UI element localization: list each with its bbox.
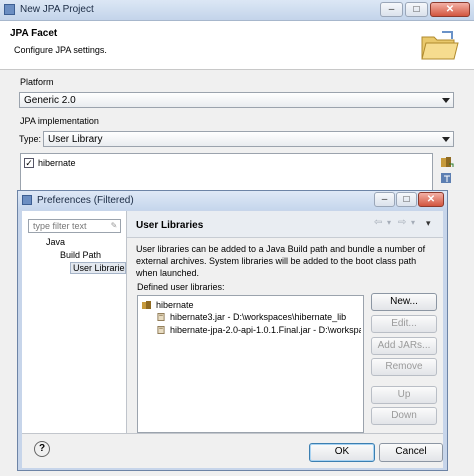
platform-combo[interactable]: Generic 2.0 [19,92,454,108]
wizard-header-title: JPA Facet [10,28,58,39]
tree-item-user-libraries[interactable]: User Libraries [70,262,126,274]
back-menu-icon[interactable]: ▾ [387,218,391,227]
wizard-header: JPA Facet Configure JPA settings. [0,21,474,70]
jar-icon [157,326,165,335]
help-icon: ? [38,443,46,454]
outer-window-title: New JPA Project [20,4,94,15]
forward-menu-icon[interactable]: ▾ [411,218,415,227]
prefs-close-button[interactable]: ✕ [418,192,444,207]
type-label: Type: [19,134,42,144]
remove-button[interactable]: Remove [371,358,437,376]
view-menu-icon[interactable]: ▾ [426,218,431,229]
defined-libraries-label: Defined user libraries: [137,282,225,292]
add-jars-button[interactable]: Add JARs... [371,337,437,355]
jar-node-label: hibernate3.jar - D:\workspaces\hibernate… [170,312,347,322]
jar-icon [157,313,165,322]
forward-icon[interactable]: ⇨ [398,217,406,228]
prefs-client: type filter text ✎ Java Build Path User … [22,211,443,468]
user-library-tree[interactable]: hibernate hibernate3.jar - D:\workspaces… [137,295,364,433]
jar-node[interactable]: hibernate3.jar - D:\workspaces\hibernate… [156,312,346,323]
chevron-down-icon [442,137,450,142]
page-description: User libraries can be added to a Java Bu… [136,244,426,278]
edit-button[interactable]: Edit... [371,315,437,333]
download-library-icon[interactable] [440,172,454,184]
back-icon[interactable]: ⇦ [374,217,382,228]
prefs-title-bar[interactable]: Preferences (Filtered) – □ ✕ [18,191,447,210]
chevron-down-icon [442,98,450,103]
platform-label: Platform [20,77,54,87]
help-button[interactable]: ? [34,441,50,457]
new-button[interactable]: New... [371,293,437,311]
tree-item-java[interactable]: Java [46,237,65,247]
manage-libraries-icon[interactable] [440,156,454,168]
dialog-separator [22,433,443,434]
page-title: User Libraries [136,220,204,231]
jar-node-label: hibernate-jpa-2.0-api-1.0.1.Final.jar - … [170,325,361,335]
prefs-title: Preferences (Filtered) [37,195,134,206]
preferences-dialog: Preferences (Filtered) – □ ✕ type filter… [17,190,448,471]
jar-node[interactable]: hibernate-jpa-2.0-api-1.0.1.Final.jar - … [156,325,361,336]
library-list[interactable]: ✓ hibernate [20,153,433,193]
library-icon [142,301,151,310]
up-button[interactable]: Up [371,386,437,404]
maximize-button[interactable]: □ [405,2,428,17]
clear-filter-icon[interactable]: ✎ [109,221,119,231]
ok-button[interactable]: OK [309,443,375,462]
prefs-right-pane: User Libraries ⇦ ▾ ⇨ ▾ ▾ User libraries … [127,211,443,433]
prefs-maximize-button[interactable]: □ [396,192,417,207]
library-name: hibernate [38,158,76,168]
app-icon [4,4,15,15]
platform-value: Generic 2.0 [24,95,76,106]
library-node-name: hibernate [156,300,194,310]
jpa-impl-label: JPA implementation [20,116,99,126]
library-checkbox[interactable]: ✓ [24,158,34,168]
type-combo[interactable]: User Library [43,131,454,147]
filter-input[interactable]: type filter text ✎ [28,219,121,233]
minimize-button[interactable]: – [380,2,403,17]
page-header: User Libraries ⇦ ▾ ⇨ ▾ ▾ [127,211,443,238]
down-button[interactable]: Down [371,407,437,425]
filter-placeholder: type filter text [33,221,87,231]
wizard-header-subtitle: Configure JPA settings. [14,45,107,55]
library-node[interactable]: hibernate [142,300,194,311]
prefs-left-pane: type filter text ✎ Java Build Path User … [22,211,127,433]
prefs-minimize-button[interactable]: – [374,192,395,207]
close-button[interactable]: ✕ [430,2,470,17]
cancel-button[interactable]: Cancel [379,443,443,462]
folder-banner-icon [420,29,460,63]
outer-title-bar[interactable]: New JPA Project – □ ✕ [0,0,474,21]
type-value: User Library [48,134,103,145]
tree-item-build-path[interactable]: Build Path [60,250,101,260]
prefs-app-icon [22,195,32,205]
